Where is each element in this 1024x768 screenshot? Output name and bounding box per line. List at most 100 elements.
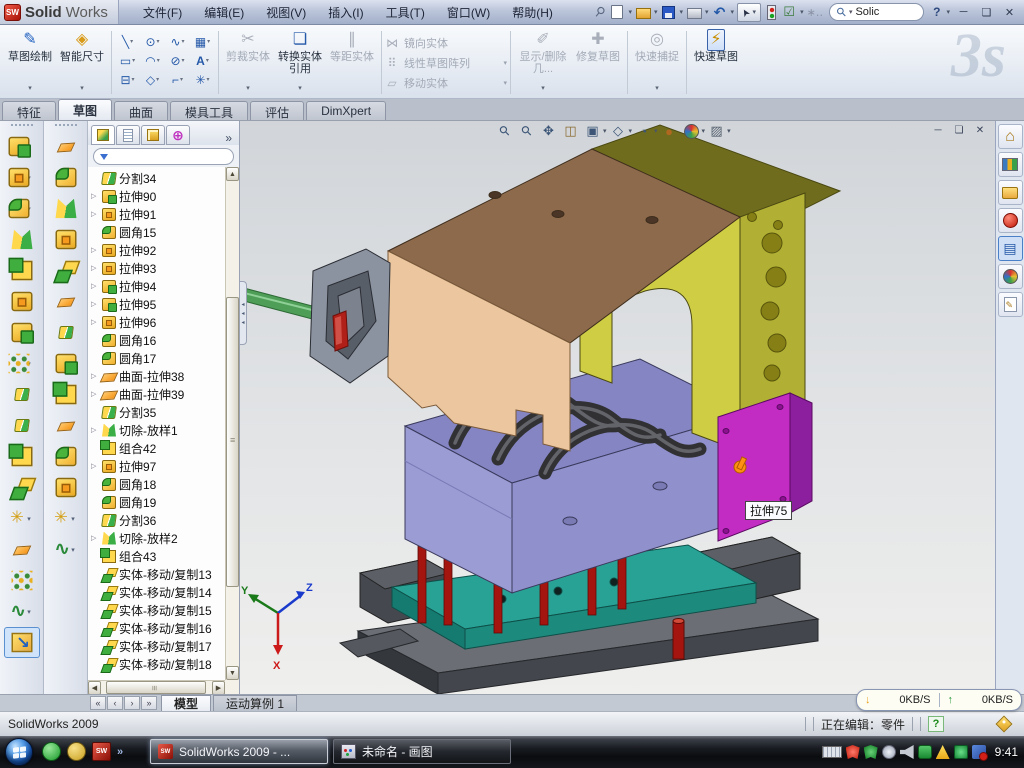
taskbar-window-button[interactable]: 未命名 - 画图 <box>333 739 511 764</box>
expand-arrow-icon[interactable]: ▷ <box>91 318 99 326</box>
view-tool-icon[interactable] <box>659 122 680 140</box>
tab-scroll-button[interactable]: › <box>124 696 140 710</box>
scroll-up-button[interactable]: ▲ <box>226 167 239 181</box>
feature-tree-item[interactable]: ▷ 曲面-拉伸38 <box>88 367 225 385</box>
feature-tree-item[interactable]: ▷ 圆角15 <box>88 223 225 241</box>
toolbar-grip-handle[interactable] <box>11 124 33 129</box>
expand-arrow-icon[interactable]: ▷ <box>91 282 99 290</box>
ribbon-rapid-sketch-button[interactable]: 快速草图 <box>690 27 742 98</box>
open-icon[interactable] <box>636 8 651 19</box>
ribbon-sketch-button[interactable]: 草图绘制 ▾ <box>4 27 56 98</box>
tray-icon[interactable] <box>936 745 950 759</box>
task-pane-button[interactable] <box>998 236 1023 261</box>
undo-icon[interactable] <box>712 3 728 21</box>
feature-toolbar-button[interactable]: ▾ <box>4 131 40 162</box>
feature-tree-item[interactable]: ▷ 实体-移动/复制17 <box>88 637 225 655</box>
expand-arrow-icon[interactable]: ▷ <box>91 210 99 218</box>
command-tab[interactable]: 草图 <box>58 99 112 120</box>
feature-toolbar-button[interactable]: ▾ <box>4 534 40 565</box>
view-tool-icon[interactable] <box>516 122 537 140</box>
tray-icon[interactable] <box>864 745 878 759</box>
panel-chevron[interactable]: » <box>221 131 236 145</box>
feature-tree-item[interactable]: ▷ 实体-移动/复制14 <box>88 583 225 601</box>
sketch-entity-button[interactable]: ▾ <box>190 32 215 51</box>
feature-toolbar-button[interactable]: ▾ <box>4 503 40 534</box>
tray-icon[interactable] <box>972 745 986 759</box>
feature-toolbar-button[interactable]: ▾ <box>4 286 40 317</box>
expand-arrow-icon[interactable]: ▷ <box>91 534 99 542</box>
tab-scroll-button[interactable]: ‹ <box>107 696 123 710</box>
feature-tree-item[interactable]: ▷ 组合43 <box>88 547 225 565</box>
feature-tree-item[interactable]: ▷ 分割36 <box>88 511 225 529</box>
view-tool-icon[interactable] <box>560 122 581 140</box>
dropdown-arrow-icon[interactable]: ▾ <box>132 57 135 64</box>
command-tab[interactable]: 特征 <box>2 101 56 120</box>
expand-arrow-icon[interactable]: ▷ <box>91 264 99 272</box>
dropdown-arrow-icon[interactable]: ▾ <box>207 76 210 83</box>
view-tool-icon[interactable] <box>538 122 559 140</box>
menu-item[interactable]: 插入(I) <box>318 0 373 25</box>
feature-toolbar-button[interactable]: ▾ <box>48 255 84 286</box>
expand-arrow-icon[interactable]: ▷ <box>91 372 99 380</box>
feature-toolbar-button[interactable]: ▾ <box>48 348 84 379</box>
feature-tree-item[interactable]: ▷ 实体-移动/复制18 <box>88 655 225 673</box>
sketch-entity-button[interactable]: ▾ <box>115 70 140 89</box>
sketch-entity-button[interactable]: ▾ <box>115 51 140 70</box>
tab-configuration-manager[interactable] <box>141 125 165 145</box>
tab-scroll-button[interactable]: « <box>90 696 106 710</box>
feature-toolbar-button[interactable]: ▾ <box>48 286 84 317</box>
dropdown-arrow-icon[interactable]: ▾ <box>80 83 84 98</box>
feature-tree-item[interactable]: ▷ 圆角17 <box>88 349 225 367</box>
command-tab[interactable]: 曲面 <box>114 101 168 120</box>
menu-item[interactable]: 文件(F) <box>133 0 192 25</box>
view-tool-icon[interactable] <box>681 122 702 140</box>
view-tool-icon[interactable] <box>608 122 629 140</box>
dropdown-arrow-icon[interactable]: ▾ <box>28 83 32 98</box>
sketch-entity-button[interactable]: ▾ <box>140 51 165 70</box>
start-button[interactable] <box>5 738 33 766</box>
sketch-entity-button[interactable]: ▾ <box>140 70 165 89</box>
feature-toolbar-button[interactable]: ▾ <box>4 348 40 379</box>
feature-tree-item[interactable]: ▷ 拉伸95 <box>88 295 225 313</box>
solidworks-shortcut-icon[interactable] <box>92 742 111 761</box>
graphics-viewport[interactable]: Y Z X ▾ ▾ <box>240 121 995 694</box>
tag-icon[interactable] <box>996 716 1013 733</box>
feature-tree-item[interactable]: ▷ 圆角18 <box>88 475 225 493</box>
sketch-entity-button[interactable]: ▾ <box>190 51 215 70</box>
feature-tree-item[interactable]: ▷ 拉伸92 <box>88 241 225 259</box>
tray-icon[interactable] <box>900 745 914 759</box>
feature-tree-item[interactable]: ▷ 切除-放样2 <box>88 529 225 547</box>
select-arrow-icon[interactable] <box>737 3 761 22</box>
feature-toolbar-button[interactable]: ▾ <box>48 441 84 472</box>
tree-horizontal-scrollbar[interactable]: ◀ ▶ <box>88 680 225 694</box>
taskbar-window-button[interactable]: SolidWorks 2009 - ... <box>150 739 328 764</box>
sketch-entity-button[interactable]: ▾ <box>115 32 140 51</box>
sketch-entity-button[interactable]: ▾ <box>165 32 190 51</box>
task-pane-button[interactable] <box>998 180 1023 205</box>
scrollbar-thumb[interactable] <box>226 297 239 587</box>
tree-filter-field[interactable] <box>93 148 234 165</box>
sketch-entity-button[interactable]: ▾ <box>165 70 190 89</box>
feature-toolbar-button[interactable]: ▾ <box>48 379 84 410</box>
ribbon-convert-entities-button[interactable]: 转换实体引用 ▾ <box>274 27 326 98</box>
feature-toolbar-button[interactable]: ▾ <box>4 193 40 224</box>
task-pane-button[interactable] <box>998 208 1023 233</box>
dropdown-arrow-icon[interactable]: ▾ <box>654 127 658 135</box>
view-tool-icon[interactable] <box>706 122 727 140</box>
expand-arrow-icon[interactable]: ▷ <box>91 192 99 200</box>
feature-toolbar-button[interactable]: ▾ <box>4 441 40 472</box>
task-pane-button[interactable] <box>998 264 1023 289</box>
feature-toolbar-button[interactable]: ▾ <box>48 472 84 503</box>
expand-arrow-icon[interactable]: ▷ <box>91 300 99 308</box>
part-cylinder-clamp-gray[interactable] <box>240 249 390 383</box>
search-dropdown-icon[interactable]: ▾ <box>849 8 853 16</box>
pin-icon[interactable] <box>591 3 607 21</box>
feature-toolbar-button[interactable]: ▾ <box>4 627 40 658</box>
pointer-mode-icon[interactable] <box>807 3 824 21</box>
sketch-entity-button[interactable]: ▾ <box>140 32 165 51</box>
taskbar-clock[interactable]: 9:41 <box>995 745 1018 759</box>
save-icon[interactable] <box>662 6 675 19</box>
feature-toolbar-button[interactable]: ▾ <box>4 255 40 286</box>
feature-toolbar-button[interactable]: ▾ <box>48 162 84 193</box>
quick-launch-expand[interactable]: » <box>117 746 123 758</box>
